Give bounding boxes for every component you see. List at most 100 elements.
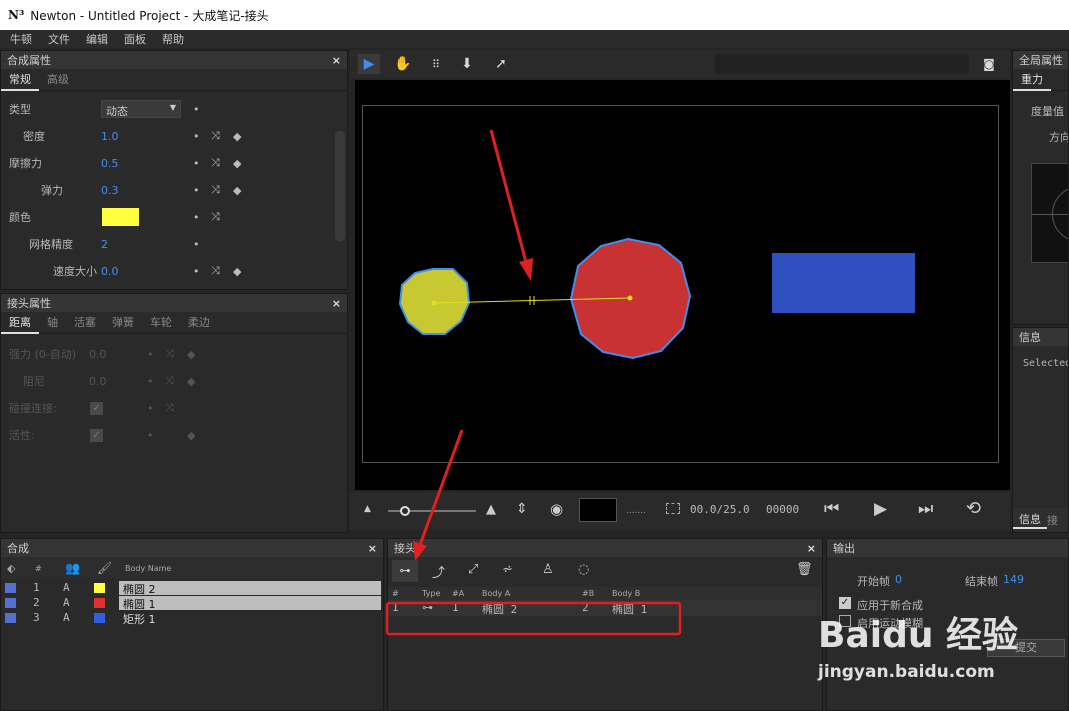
keyframe-icon[interactable]: ◆ (233, 130, 241, 143)
collide-checkbox: ✓ (90, 401, 103, 415)
fit-zoom-icon[interactable]: ⇕ (516, 501, 528, 517)
keyframe-icon[interactable]: ◆ (233, 265, 241, 278)
menu-edit[interactable]: 编辑 (86, 31, 108, 47)
label-color[interactable] (5, 613, 16, 623)
tag-icon: ⬖ (7, 561, 16, 575)
select-tool-icon[interactable]: ▶ (358, 54, 380, 74)
tab-wheel[interactable]: 车轮 (142, 312, 180, 334)
submit-button[interactable]: 提交 (987, 639, 1065, 657)
motion-blur-checkbox[interactable] (839, 615, 851, 627)
tab-info[interactable]: 信息 (1013, 511, 1047, 529)
menu-newton[interactable]: 牛顿 (10, 31, 32, 47)
elasticity-value[interactable]: 0.3 (101, 184, 119, 197)
keyframe-icon[interactable]: ◆ (233, 157, 241, 170)
keyframe-dot[interactable]: • (193, 103, 200, 116)
tab-spring[interactable]: 弹簧 (104, 312, 142, 334)
scrollbar[interactable] (335, 131, 345, 241)
region-icon[interactable] (666, 503, 680, 514)
type-select[interactable]: 动态 ▼ (101, 100, 181, 118)
joints-table-header: # Type #A Body A #B Body B (388, 587, 822, 600)
step-forward-icon[interactable]: ⏭ (918, 499, 933, 519)
piston-joint-icon[interactable]: ⤢ (468, 562, 478, 577)
apply-new-comp-checkbox[interactable]: ✓ (839, 597, 851, 609)
table-row[interactable]: 3 A 矩形 1 (1, 611, 383, 626)
body-name[interactable]: 椭圆 2 (119, 581, 381, 596)
camera-icon[interactable]: ◙ (978, 54, 1000, 74)
close-icon[interactable]: × (332, 54, 341, 67)
label-color[interactable] (5, 598, 16, 608)
scene-svg[interactable] (363, 106, 1000, 464)
active-checkbox: ✓ (90, 428, 103, 442)
quality-icon[interactable]: ....... (626, 506, 646, 516)
body-color[interactable] (94, 583, 105, 593)
keyframe-icon[interactable]: ◆ (233, 184, 241, 197)
zoom-in-icon[interactable]: ▲ (486, 502, 496, 517)
panel-title: 全局属性 (1019, 54, 1063, 67)
tab-other[interactable]: 接 (1047, 512, 1058, 528)
joint-properties-panel: 接头属性 × 距离 轴 活塞 弹簧 车轮 柔边 强力 (0-自动) 0.0 • … (0, 293, 348, 533)
body-color[interactable] (94, 613, 105, 623)
spring-joint-icon[interactable]: ⩫ (502, 562, 513, 577)
zoom-slider-handle[interactable] (400, 506, 410, 516)
table-row[interactable]: 1 A 椭圆 2 (1, 581, 383, 596)
menu-panel[interactable]: 面板 (124, 31, 146, 47)
menu-file[interactable]: 文件 (48, 31, 70, 47)
shuffle-icon[interactable]: ⤨ (211, 264, 220, 278)
direction-dial[interactable] (1031, 163, 1068, 263)
velocity-value[interactable]: 0.0 (101, 265, 119, 278)
end-frame-value[interactable]: 149 (1003, 573, 1024, 586)
rewind-icon[interactable]: ⏮ (824, 499, 839, 519)
close-icon[interactable]: × (368, 542, 377, 555)
tab-gravity[interactable]: 重力 (1013, 69, 1051, 91)
window-title: Newton - Untitled Project - 大成笔记-接头 (30, 8, 269, 23)
soft-edge-joint-icon[interactable]: ◌ (578, 562, 589, 577)
close-icon[interactable]: × (807, 542, 816, 555)
density-value[interactable]: 1.0 (101, 130, 119, 143)
shuffle-icon[interactable]: ⤨ (211, 210, 220, 224)
loop-icon[interactable]: ⟲ (966, 498, 981, 519)
label-color[interactable] (5, 583, 16, 593)
table-row[interactable]: 2 A 椭圆 1 (1, 596, 383, 611)
tab-advanced[interactable]: 高级 (39, 69, 77, 91)
shuffle-icon[interactable]: ⤨ (211, 156, 220, 170)
body-name[interactable]: 矩形 1 (119, 611, 381, 626)
tab-axis[interactable]: 轴 (39, 312, 66, 334)
close-icon[interactable]: × (332, 297, 341, 310)
panel-title: 接头属性 (7, 297, 51, 310)
friction-value[interactable]: 0.5 (101, 157, 119, 170)
gravity-arrow-icon[interactable]: ⬇ (456, 54, 478, 74)
tab-distance[interactable]: 距离 (1, 312, 39, 334)
composition-stage[interactable] (362, 105, 999, 463)
hand-tool-icon[interactable]: ✋ (392, 54, 414, 74)
distance-joint-icon[interactable]: ⊶ (392, 560, 418, 582)
velocity-arrow-icon[interactable]: ➚ (490, 54, 512, 74)
trash-icon[interactable]: 🗑 (796, 562, 813, 577)
tab-general[interactable]: 常规 (1, 69, 39, 91)
body-name[interactable]: 椭圆 1 (119, 596, 381, 611)
shuffle-icon[interactable]: ⤨ (211, 129, 220, 143)
joint-anchor-a[interactable] (431, 300, 437, 306)
keyframe-icon: ◆ (187, 374, 196, 388)
damping-row: 阻尼 0.0 • ⤨ ◆ (23, 374, 196, 388)
tab-piston[interactable]: 活塞 (66, 312, 104, 334)
wheel-joint-icon[interactable]: ♙ (542, 562, 554, 577)
users-icon: 👥 (65, 561, 80, 575)
eye-icon[interactable]: ◉ (550, 500, 563, 518)
zoom-out-icon[interactable]: ▲ (364, 504, 371, 514)
start-frame-value[interactable]: 0 (895, 573, 902, 586)
play-icon[interactable]: ▶ (874, 499, 887, 519)
menu-help[interactable]: 帮助 (162, 31, 184, 47)
body-rectangle-1[interactable] (772, 253, 915, 313)
composite-properties-panel: 合成属性 × 常规 高级 类型 动态 ▼ • 密度 1.0 • ⤨ ◆ 摩擦力 0… (0, 50, 348, 290)
body-color[interactable] (94, 598, 105, 608)
color-swatch[interactable] (102, 208, 139, 226)
mesh-precision-value[interactable]: 2 (101, 238, 108, 251)
grid-tool-icon[interactable]: ⠿ (425, 54, 447, 74)
frame-display[interactable]: 00000 (766, 503, 799, 516)
background-color-swatch[interactable] (579, 498, 617, 522)
table-row[interactable]: 1 ⊶ 1 椭圆 2 2 椭圆 1 (388, 600, 822, 616)
tab-soft-edge[interactable]: 柔边 (180, 312, 218, 334)
axis-joint-icon[interactable]: ⤴ (432, 562, 445, 581)
shuffle-icon[interactable]: ⤨ (211, 183, 220, 197)
joint-anchor-b[interactable] (627, 295, 633, 301)
